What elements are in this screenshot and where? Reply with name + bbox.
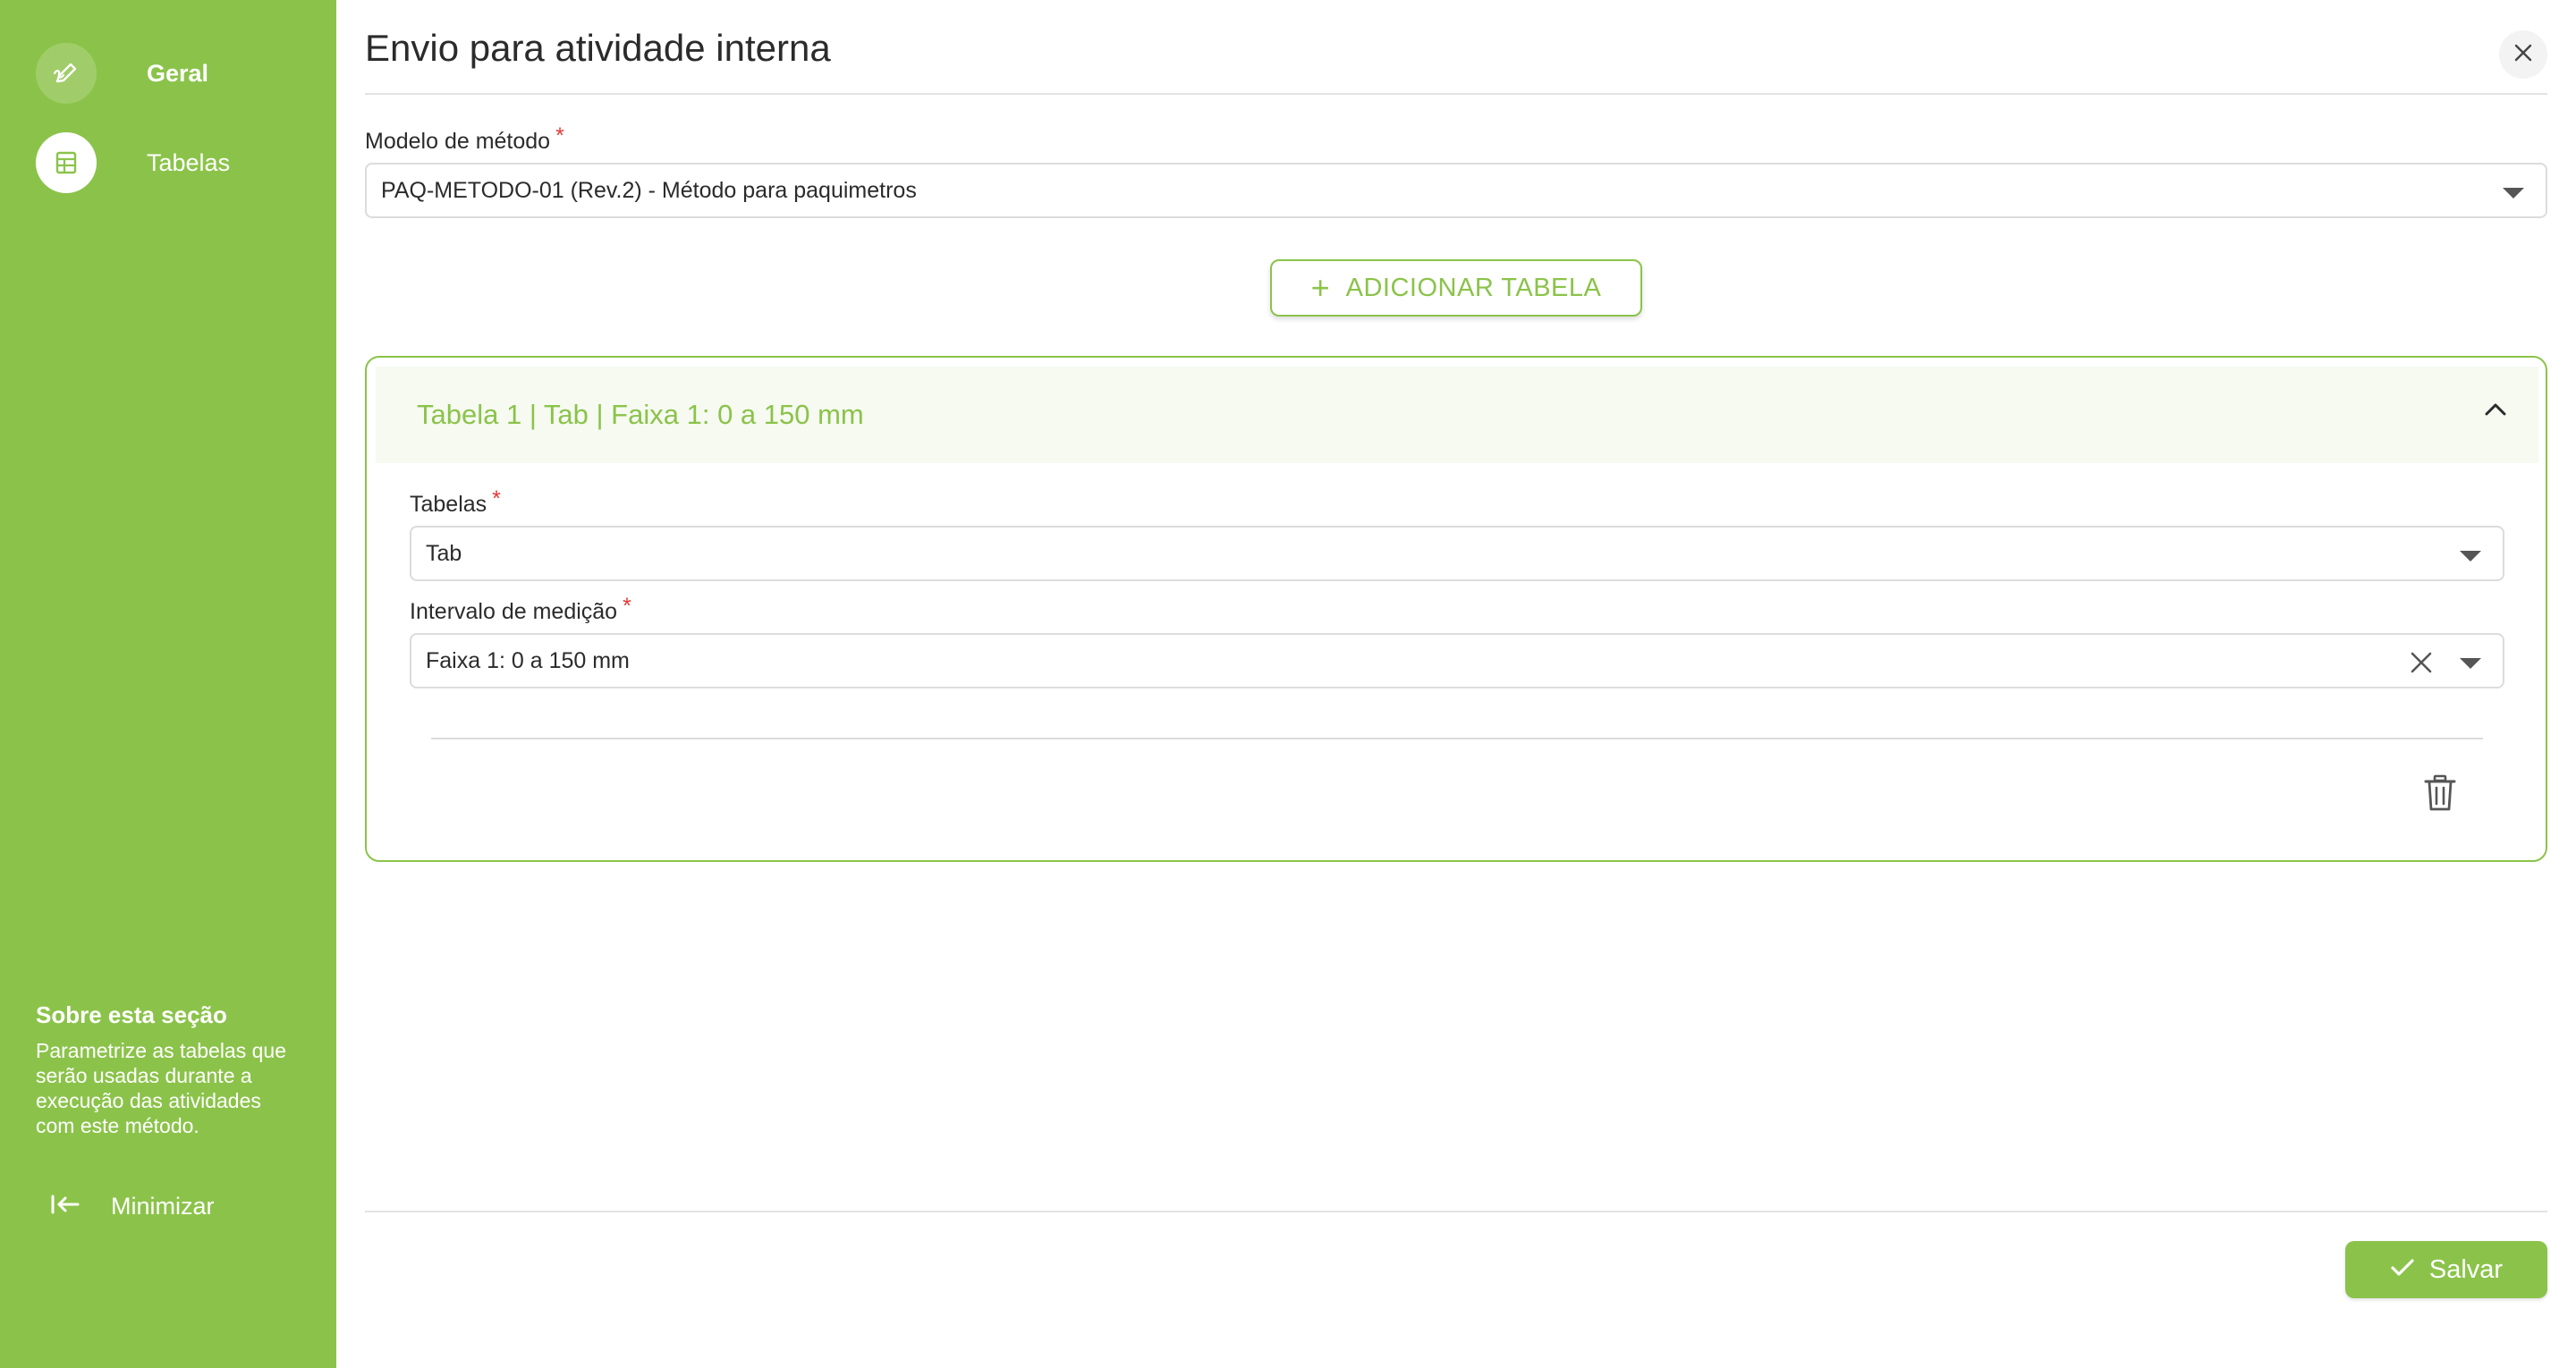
sidebar: Geral Tabelas Sobre esta seção Parametri… [0,0,336,1368]
header-divider [365,93,2547,95]
add-table-label: ADICIONAR TABELA [1345,273,1602,302]
sidebar-item-label: Tabelas [147,148,231,176]
save-label: Salvar [2428,1254,2504,1284]
about-text: Parametrize as tabelas que serão usadas … [36,1039,286,1137]
table-card-title: Tabela 1 | Tab | Faixa 1: 0 a 150 mm [417,399,864,430]
chevron-down-icon [2460,551,2481,562]
pencil-icon [36,43,97,104]
sidebar-item-tabelas[interactable]: Tabelas [36,132,230,193]
tables-select-value: Tab [426,540,462,566]
minimize-button[interactable]: Minimizar [50,1193,215,1220]
close-icon [2513,43,2533,67]
close-button[interactable] [2499,30,2547,79]
minimize-label: Minimizar [111,1193,215,1220]
clear-icon[interactable] [2408,649,2435,676]
table-card-header[interactable]: Tabela 1 | Tab | Faixa 1: 0 a 150 mm [376,367,2538,463]
collapse-left-icon [50,1194,80,1220]
page-title: Envio para atividade interna [365,27,831,69]
add-table-button[interactable]: + ADICIONAR TABELA [1270,259,1642,317]
plus-icon: + [1310,269,1330,306]
required-mark: * [555,123,564,148]
table-icon [36,132,97,193]
sidebar-item-geral[interactable]: Geral [36,43,208,104]
trash-icon[interactable] [2424,774,2456,816]
chevron-down-icon [2503,188,2524,198]
footer-divider [365,1211,2547,1212]
check-icon [2390,1258,2415,1282]
method-select[interactable]: PAQ-METODO-01 (Rev.2) - Método para paqu… [365,163,2547,218]
chevron-up-icon[interactable] [2483,401,2508,423]
interval-select-value: Faixa 1: 0 a 150 mm [426,647,630,673]
chevron-down-icon [2460,658,2481,669]
required-mark: * [492,486,501,511]
method-select-value: PAQ-METODO-01 (Rev.2) - Método para paqu… [381,177,917,203]
about-title: Sobre esta seção [36,1001,227,1028]
interval-label: Intervalo de medição * [410,594,631,624]
about-section: Sobre esta seção Parametrize as tabelas … [36,1001,295,1138]
tables-label: Tabelas * [410,486,501,517]
card-divider [431,738,2483,739]
save-button[interactable]: Salvar [2345,1241,2547,1298]
required-mark: * [623,594,631,619]
table-card: Tabela 1 | Tab | Faixa 1: 0 a 150 mm Tab… [365,356,2547,862]
sidebar-item-label: Geral [147,59,209,87]
method-label: Modelo de método * [365,123,564,154]
tables-select[interactable]: Tab [410,526,2504,581]
interval-select[interactable]: Faixa 1: 0 a 150 mm [410,633,2504,688]
